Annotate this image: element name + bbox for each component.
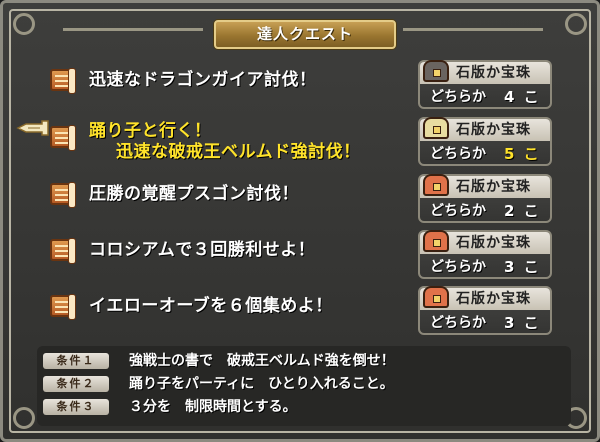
corner-ornament-top-left — [13, 13, 35, 35]
treasure-chest-icon — [423, 60, 449, 82]
scroll-icon — [50, 294, 76, 320]
reward-either: どちらか — [430, 315, 486, 331]
condition-row-1: 条件１ 強戦士の書で 破戒王ベルムド強を倒せ！ — [43, 351, 563, 371]
reward-box: 石版か宝珠 どちらか 3 こ — [418, 286, 552, 335]
reward-either: どちらか — [430, 203, 486, 219]
reward-type: 石版か宝珠 — [456, 235, 531, 251]
scroll-icon — [50, 238, 76, 264]
quest-row-5[interactable]: イエローオーブを６個集めよ！ 石版か宝珠 どちらか 3 こ — [3, 286, 600, 336]
corner-ornament-bottom-left — [13, 407, 35, 429]
reward-type: 石版か宝珠 — [456, 65, 531, 81]
condition-label: 条件２ — [43, 376, 109, 392]
quest-name: 迅速なドラゴンガイア討伐！ — [89, 70, 317, 90]
title-decoration-right — [403, 28, 543, 31]
reward-count: 3 こ — [504, 314, 541, 332]
condition-text: ３分を 制限時間とする。 — [129, 399, 297, 415]
pointing-hand-icon — [16, 120, 49, 136]
quest-name: 圧勝の覚醒プスゴン討伐！ — [89, 184, 299, 204]
reward-box: 石版か宝珠 どちらか 3 こ — [418, 230, 552, 279]
quest-name: イエローオーブを６個集めよ！ — [89, 296, 333, 316]
reward-either: どちらか — [430, 146, 486, 162]
reward-count: 4 こ — [504, 88, 541, 106]
scroll-icon — [50, 68, 76, 94]
reward-either: どちらか — [430, 259, 486, 275]
quest-row-3[interactable]: 圧勝の覚醒プスゴン討伐！ 石版か宝珠 どちらか 2 こ — [3, 174, 600, 224]
reward-box: 石版か宝珠 どちらか 4 こ — [418, 60, 552, 109]
condition-row-3: 条件３ ３分を 制限時間とする。 — [43, 397, 563, 417]
treasure-chest-icon — [423, 230, 449, 252]
reward-header: 石版か宝珠 — [420, 174, 550, 198]
reward-either: どちらか — [430, 89, 486, 105]
treasure-chest-icon — [423, 174, 449, 196]
corner-ornament-top-right — [565, 13, 587, 35]
quest-row-2[interactable]: 踊り子と行く！ 迅速な破戒王ベルムド強討伐！ 石版か宝珠 どちらか 5 こ — [3, 117, 600, 167]
condition-label: 条件１ — [43, 353, 109, 369]
condition-text: 強戦士の書で 破戒王ベルムド強を倒せ！ — [129, 353, 395, 369]
reward-header: 石版か宝珠 — [420, 286, 550, 310]
reward-header: 石版か宝珠 — [420, 60, 550, 84]
quest-row-1[interactable]: 迅速なドラゴンガイア討伐！ 石版か宝珠 どちらか 4 こ — [3, 60, 600, 110]
quest-row-4[interactable]: コロシアムで３回勝利せよ！ 石版か宝珠 どちらか 3 こ — [3, 230, 600, 280]
scroll-icon — [50, 182, 76, 208]
reward-count: 2 こ — [504, 202, 541, 220]
quest-name-line2: 迅速な破戒王ベルムド強討伐！ — [116, 142, 361, 162]
reward-count: 5 こ — [504, 145, 541, 163]
reward-header: 石版か宝珠 — [420, 230, 550, 254]
reward-type: 石版か宝珠 — [456, 291, 531, 307]
title-decoration-left — [63, 28, 203, 31]
scroll-icon — [50, 125, 76, 151]
window-title: 達人クエスト — [214, 20, 396, 49]
treasure-chest-icon — [423, 117, 449, 139]
condition-row-2: 条件２ 踊り子をパーティに ひとり入れること。 — [43, 374, 563, 394]
condition-label: 条件３ — [43, 399, 109, 415]
reward-type: 石版か宝珠 — [456, 122, 531, 138]
reward-box: 石版か宝珠 どちらか 5 こ — [418, 117, 552, 166]
condition-text: 踊り子をパーティに ひとり入れること。 — [129, 376, 394, 392]
quest-window: 達人クエスト 迅速なドラゴンガイア討伐！ 石版か宝珠 どちらか 4 こ 踊り子と… — [0, 0, 600, 442]
reward-type: 石版か宝珠 — [456, 179, 531, 195]
conditions-panel: 条件１ 強戦士の書で 破戒王ベルムド強を倒せ！ 条件２ 踊り子をパーティに ひと… — [37, 346, 571, 426]
reward-box: 石版か宝珠 どちらか 2 こ — [418, 174, 552, 223]
reward-count: 3 こ — [504, 258, 541, 276]
reward-header: 石版か宝珠 — [420, 117, 550, 141]
quest-name: コロシアムで３回勝利せよ！ — [89, 240, 316, 260]
treasure-chest-icon — [423, 286, 449, 308]
